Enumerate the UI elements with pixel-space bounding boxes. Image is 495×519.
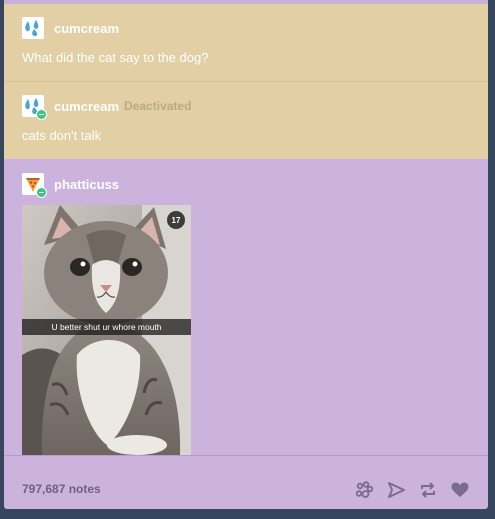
reblog-author[interactable]: cumcream Deactivated bbox=[22, 95, 192, 120]
reblog-author[interactable]: cumcream bbox=[22, 17, 119, 39]
reblog-icon bbox=[421, 482, 435, 498]
post-photo[interactable]: 17 U better shut ur whore mouth bbox=[22, 205, 191, 455]
share-button[interactable] bbox=[386, 480, 406, 500]
username[interactable]: cumcream bbox=[54, 21, 119, 36]
avatar[interactable] bbox=[22, 95, 47, 120]
water-drops-icon bbox=[25, 20, 39, 36]
post-card: cumcream What did the cat say to the dog… bbox=[4, 0, 488, 509]
following-badge-icon bbox=[36, 109, 47, 120]
reblog-entry: phatticuss 17 U better shut ur whore mou… bbox=[4, 160, 488, 455]
reblog-author[interactable]: phatticuss bbox=[22, 173, 119, 198]
following-badge-icon bbox=[36, 187, 47, 198]
avatar[interactable] bbox=[22, 173, 47, 198]
photo-caption: U better shut ur whore mouth bbox=[22, 319, 191, 335]
paw-icon bbox=[355, 481, 374, 498]
heart-icon bbox=[451, 482, 469, 497]
reblog-text: cats don't talk bbox=[22, 128, 102, 143]
notes-count[interactable]: 797,687 notes bbox=[22, 482, 101, 496]
reblog-entry: cumcream What did the cat say to the dog… bbox=[4, 4, 488, 82]
username[interactable]: phatticuss bbox=[54, 177, 119, 192]
avatar[interactable] bbox=[22, 17, 44, 39]
reblog-text: What did the cat say to the dog? bbox=[22, 50, 209, 65]
reblog-button[interactable] bbox=[418, 480, 438, 500]
reblog-entry: cumcream Deactivated cats don't talk bbox=[4, 82, 488, 160]
post-footer: 797,687 notes bbox=[4, 455, 488, 509]
username[interactable]: cumcream bbox=[54, 99, 119, 114]
snap-timer-badge: 17 bbox=[167, 211, 185, 229]
post-actions bbox=[354, 480, 470, 500]
paw-button[interactable] bbox=[354, 480, 374, 500]
account-status: Deactivated bbox=[124, 99, 192, 113]
share-icon bbox=[388, 482, 405, 498]
like-button[interactable] bbox=[450, 480, 470, 500]
